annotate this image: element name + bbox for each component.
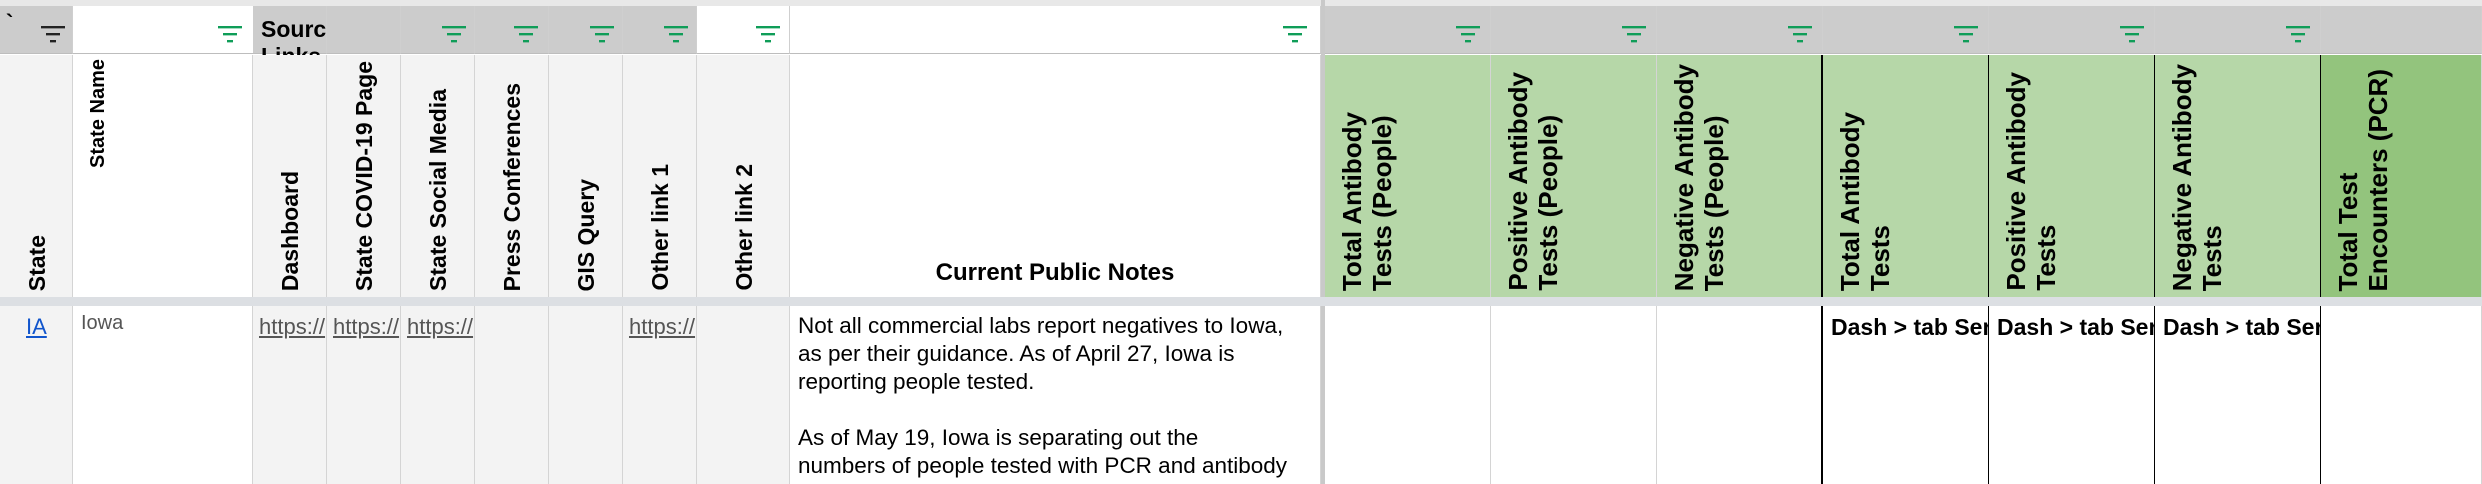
cell-negative-antibody-people[interactable] [1657, 306, 1823, 484]
filter-cell-other2 [697, 6, 790, 54]
cell-total-antibody[interactable]: Dash > tab Serology [1823, 306, 1989, 484]
filter-cell-pos-antibody-people [1491, 6, 1657, 54]
header-dashboard[interactable]: Dashboard [253, 55, 327, 297]
header-current-public-notes[interactable]: Current Public Notes [790, 55, 1321, 297]
header-positive-antibody-people[interactable]: Positive Antibody Tests (People) [1491, 55, 1657, 297]
header-other-link-2[interactable]: Other link 2 [697, 55, 790, 297]
header-negative-antibody-people[interactable]: Negative Antibody Tests (People) [1657, 55, 1823, 297]
header-label: Dashboard [277, 170, 303, 291]
header-label: Positive Antibody Tests (People) [1503, 72, 1563, 291]
cell-state-name[interactable]: Iowa [73, 306, 253, 484]
filter-cell-gis [549, 6, 623, 54]
filter-icon[interactable] [40, 24, 66, 44]
filter-cell-neg-antibody-people [1657, 6, 1823, 54]
state-link[interactable]: IA [26, 314, 47, 340]
header-total-test-encounters[interactable]: Total Test Encounters (PCR) [2321, 55, 2482, 297]
header-other-link-1[interactable]: Other link 1 [623, 55, 697, 297]
cell-total-antibody-people[interactable] [1325, 306, 1491, 484]
header-press-conferences[interactable]: Press Conferences [475, 55, 549, 297]
covid-page-link[interactable]: https:// [333, 314, 399, 340]
header-label: Other link 1 [647, 164, 673, 291]
filter-icon[interactable] [217, 24, 243, 44]
filter-icon[interactable] [1282, 24, 1308, 44]
cell-gis-query[interactable] [549, 306, 623, 484]
filter-cell-total-antibody [1823, 6, 1989, 54]
filter-cell-antibody-people [1325, 6, 1491, 54]
header-state-covid-page[interactable]: State COVID-19 Page [327, 55, 401, 297]
state-name-text: Iowa [81, 312, 124, 334]
filter-icon[interactable] [589, 24, 615, 44]
header-label: Positive Antibody Tests [2001, 72, 2061, 291]
filter-row: ` Source Links [0, 0, 2482, 484]
header-label: Current Public Notes [935, 259, 1175, 286]
cell-state-covid-page[interactable]: https:// [327, 306, 401, 484]
header-label: Negative Antibody Tests [2167, 63, 2227, 291]
cell-press-conferences[interactable] [475, 306, 549, 484]
total-antibody-source: Dash > tab Serology [1831, 314, 1988, 340]
filter-icon[interactable] [2119, 24, 2145, 44]
frozen-row-divider [0, 297, 2482, 306]
header-state[interactable]: State [0, 55, 73, 297]
spreadsheet: ` Source Links [0, 0, 2482, 484]
filter-cell-other1 [623, 6, 697, 54]
filter-cell-notes [790, 6, 1321, 54]
filter-cell-social [401, 6, 475, 54]
header-total-antibody[interactable]: Total Antibody Tests [1823, 55, 1989, 297]
filter-icon[interactable] [1953, 24, 1979, 44]
header-total-antibody-people[interactable]: Total Antibody Tests (People) [1325, 55, 1491, 297]
header-label: Press Conferences [499, 82, 525, 291]
filter-cell-state: ` [0, 6, 73, 54]
filter-cell-pos-antibody [1989, 6, 2155, 54]
header-state-name[interactable]: State Name [73, 55, 253, 297]
header-label: Total Antibody Tests [1835, 111, 1895, 291]
header-label: State COVID-19 Page [351, 60, 377, 291]
header-label: State Name [87, 59, 109, 168]
cell-state-social-media[interactable]: https:// [401, 306, 475, 484]
header-label: State Social Media [425, 89, 451, 291]
filter-cell-dashboard: Source Links [253, 6, 339, 69]
cell-other-link-1[interactable]: https:// [623, 306, 697, 484]
filter-cell-covid-page [327, 6, 401, 54]
filter-icon[interactable] [2285, 24, 2311, 44]
cell-current-public-notes[interactable]: Not all commercial labs report negatives… [790, 306, 1321, 484]
social-media-link[interactable]: https:// [407, 314, 473, 340]
other-link-1[interactable]: https:// [629, 314, 695, 340]
header-label: Total Test Encounters (PCR) [2333, 68, 2393, 291]
filter-cell-test-encounters [2321, 6, 2482, 54]
cell-other-link-2[interactable] [697, 306, 790, 484]
header-label: Other link 2 [731, 164, 757, 291]
header-positive-antibody[interactable]: Positive Antibody Tests [1989, 55, 2155, 297]
cell-total-test-encounters[interactable] [2321, 306, 2482, 484]
corner-mark: ` [6, 10, 14, 35]
dashboard-link[interactable]: https:// [259, 314, 325, 340]
filter-icon[interactable] [1787, 24, 1813, 44]
cell-positive-antibody-people[interactable] [1491, 306, 1657, 484]
cell-positive-antibody[interactable]: Dash > tab Serology [1989, 306, 2155, 484]
cell-negative-antibody[interactable]: Dash > tab Serology [2155, 306, 2321, 484]
filter-icon[interactable] [513, 24, 539, 44]
header-label: State [24, 234, 50, 291]
cell-dashboard[interactable]: https:// [253, 306, 327, 484]
filter-cell-state-name [73, 6, 253, 54]
header-label: GIS Query [573, 178, 599, 291]
filter-icon[interactable] [1621, 24, 1647, 44]
filter-cell-press [475, 6, 549, 54]
filter-cell-neg-antibody [2155, 6, 2321, 54]
header-negative-antibody[interactable]: Negative Antibody Tests [2155, 55, 2321, 297]
header-label: Negative Antibody Tests (People) [1669, 63, 1729, 291]
filter-icon[interactable] [663, 24, 689, 44]
filter-icon[interactable] [1455, 24, 1481, 44]
filter-icon[interactable] [441, 24, 467, 44]
header-state-social-media[interactable]: State Social Media [401, 55, 475, 297]
positive-antibody-source: Dash > tab Serology [1997, 314, 2154, 340]
header-gis-query[interactable]: GIS Query [549, 55, 623, 297]
header-label: Total Antibody Tests (People) [1337, 111, 1397, 291]
cell-state[interactable]: IA [0, 306, 73, 484]
negative-antibody-source: Dash > tab Serology [2163, 314, 2320, 340]
filter-icon[interactable] [755, 24, 781, 44]
public-notes-text: Not all commercial labs report negatives… [798, 313, 1288, 478]
